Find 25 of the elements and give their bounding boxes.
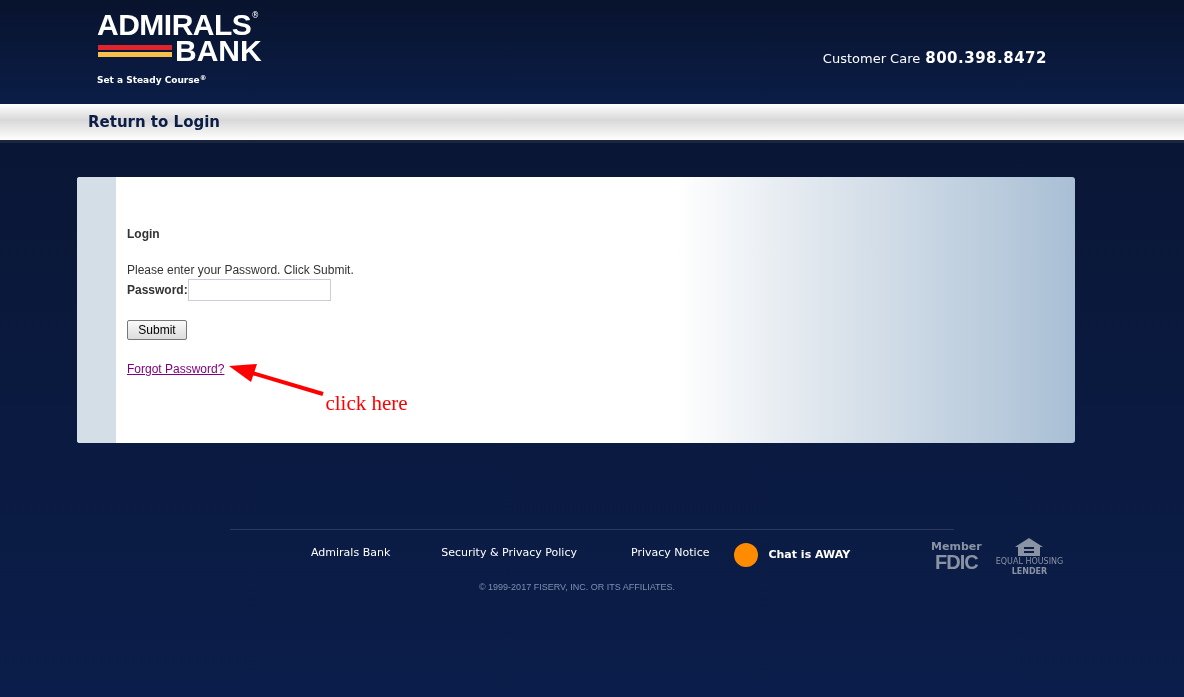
phone-number: 800.398.8472 bbox=[925, 48, 1047, 69]
copyright-text: © 1999-2017 FISERV, INC. OR ITS AFFILIATES. bbox=[478, 581, 675, 594]
password-field[interactable] bbox=[187, 279, 331, 301]
lender-text: LENDER bbox=[1011, 566, 1048, 576]
customer-care-label: Customer Care bbox=[822, 50, 921, 68]
click-here-annotation: click here bbox=[325, 390, 408, 417]
equal-housing-text: EQUAL HOUSING bbox=[995, 556, 1064, 567]
footer-link[interactable]: Admirals Bank bbox=[311, 544, 391, 562]
fdic-member-text: Member bbox=[931, 540, 982, 552]
house-icon bbox=[1014, 536, 1045, 557]
forgot-password-link[interactable]: Forgot Password? bbox=[127, 360, 225, 378]
registered-mark: ® bbox=[251, 12, 260, 20]
instruction-text: Please enter your Password. Click Submit. bbox=[127, 262, 355, 279]
logo-wordmark: ADMIRALS bbox=[97, 12, 252, 38]
footer-link[interactable]: Security & Privacy Policy bbox=[441, 544, 577, 562]
password-label: Password: bbox=[127, 282, 188, 299]
fdic-logo-text: FDIC bbox=[935, 551, 978, 572]
footer-link[interactable]: Privacy Notice bbox=[631, 544, 710, 562]
login-heading: Login bbox=[127, 226, 161, 243]
stripes-icon bbox=[98, 45, 172, 57]
return-to-login-link[interactable]: Return to Login bbox=[88, 110, 220, 134]
logo-wordmark: BANK bbox=[175, 38, 262, 64]
tagline: Set a Steady Course$^{®}$ bbox=[97, 74, 208, 87]
submit-button[interactable]: Submit bbox=[127, 320, 187, 340]
chat-status[interactable]: Chat is AWAY bbox=[768, 546, 851, 564]
